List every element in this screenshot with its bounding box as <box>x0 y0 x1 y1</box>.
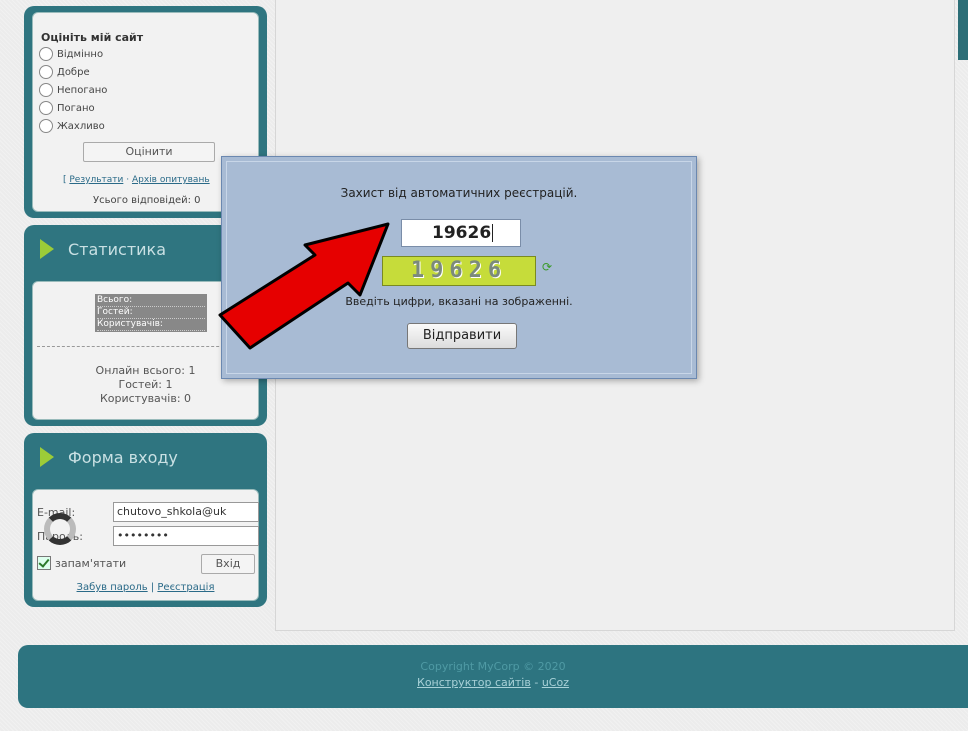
radio-button[interactable] <box>39 65 53 79</box>
login-header: Форма входу <box>24 433 267 481</box>
archive-link[interactable]: Архів опитувань <box>132 175 210 185</box>
stats-title: Статистика <box>68 239 166 259</box>
arrow-shape <box>218 222 390 350</box>
results-link[interactable]: Результати <box>69 175 123 185</box>
radio-button[interactable] <box>39 119 53 133</box>
poll-option[interactable]: Погано <box>39 101 95 115</box>
register-link[interactable]: Реєстрація <box>157 582 214 593</box>
captcha-input[interactable]: 19626 <box>401 219 521 247</box>
select-option[interactable]: Всього: <box>97 295 205 307</box>
poll-total: Усього відповідей: 0 <box>93 195 201 206</box>
refresh-icon[interactable]: ⟳ <box>542 260 552 274</box>
login-links: Забув пароль | Реєстрація <box>76 582 215 593</box>
footer-copyright: Copyright MyCorp © 2020 <box>420 660 566 673</box>
footer: Copyright MyCorp © 2020 Конструктор сайт… <box>18 645 968 708</box>
footer-links: Конструктор сайтів - uCoz <box>417 676 569 689</box>
radio-button[interactable] <box>39 83 53 97</box>
red-arrow-annotation <box>218 222 390 350</box>
poll-option[interactable]: Жахливо <box>39 119 105 133</box>
dialog-title: Захист від автоматичних реєстрацій. <box>340 186 578 200</box>
remember-checkbox-row[interactable]: запам'ятати <box>37 556 126 570</box>
poll-title: Оцініть мій сайт <box>41 31 144 44</box>
poll-links: [ Результати · Архів опитувань <box>63 175 210 185</box>
guests-count: Гостей: 1 <box>118 378 173 391</box>
forgot-password-link[interactable]: Забув пароль <box>77 582 148 593</box>
ucoz-link[interactable]: uCoz <box>542 676 569 689</box>
poll-option[interactable]: Добре <box>39 65 90 79</box>
login-button[interactable]: Вхід <box>201 554 255 574</box>
poll-option[interactable]: Непогано <box>39 83 107 97</box>
site-builder-link[interactable]: Конструктор сайтів <box>417 676 531 689</box>
users-count: Користувачів: 0 <box>99 392 192 405</box>
select-option[interactable]: Користувачів: <box>97 319 205 331</box>
email-field[interactable]: chutovo_shkola@uk <box>113 502 259 522</box>
stats-select[interactable]: Всього: Гостей: Користувачів: <box>95 294 207 332</box>
login-title: Форма входу <box>68 447 178 467</box>
chevron-right-icon <box>40 239 54 259</box>
poll-option[interactable]: Відмінно <box>39 47 103 61</box>
loading-spinner-icon <box>44 513 76 545</box>
login-panel-body: E-mail: chutovo_shkola@uk Пароль: ••••••… <box>32 489 259 601</box>
radio-button[interactable] <box>39 101 53 115</box>
select-option[interactable]: Гостей: <box>97 307 205 319</box>
radio-button[interactable] <box>39 47 53 61</box>
password-field[interactable]: •••••••• <box>113 526 259 546</box>
text-caret <box>492 224 494 242</box>
captcha-image: 19626 <box>382 256 536 286</box>
poll-submit-button[interactable]: Оцінити <box>83 142 215 162</box>
right-edge-bar <box>958 0 968 60</box>
chevron-right-icon <box>40 447 54 467</box>
submit-button[interactable]: Відправити <box>407 323 517 349</box>
remember-checkbox[interactable] <box>37 556 51 570</box>
